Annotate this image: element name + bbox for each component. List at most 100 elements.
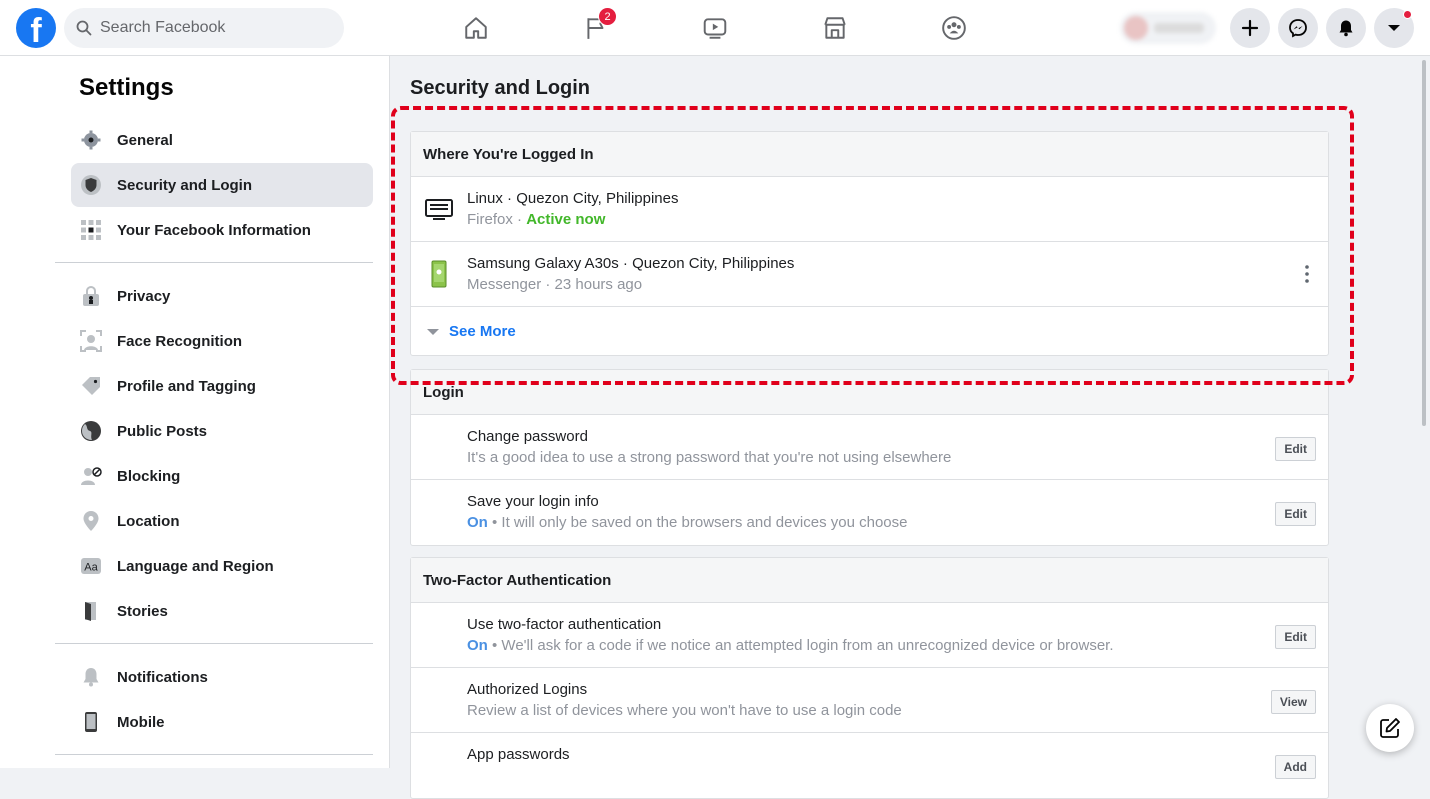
groups-icon[interactable] <box>936 10 972 46</box>
setting-title: Authorized Logins <box>467 681 588 698</box>
sidebar-item-language-and-region[interactable]: Aa Language and Region <box>71 544 373 588</box>
messenger-icon[interactable] <box>1278 8 1318 48</box>
setting-row[interactable]: Change password It's a good idea to use … <box>411 415 1328 480</box>
session-device: Samsung Galaxy A30s · Quezon City, Phili… <box>467 255 795 272</box>
bell-icon[interactable] <box>1326 8 1366 48</box>
sidebar-item-label: Location <box>117 512 180 530</box>
sidebar-item-label: Your Facebook Information <box>117 221 311 239</box>
logged-in-card: Where You're Logged In Linux · Quezon Ci… <box>410 131 1329 356</box>
setting-row[interactable]: App passwords Add <box>411 733 1328 798</box>
chevron-down-icon <box>427 328 439 335</box>
language-icon: Aa <box>79 554 103 578</box>
location-pin-icon <box>79 509 103 533</box>
sidebar-item-face-recognition[interactable]: Face Recognition <box>71 319 373 363</box>
sidebar-item-privacy[interactable]: Privacy <box>71 274 373 318</box>
sidebar-item-label: Public Posts <box>117 422 208 440</box>
sidebar-item-label: General <box>117 131 173 149</box>
see-more-label: See More <box>449 322 516 340</box>
view-button[interactable]: View <box>1270 690 1316 714</box>
pages-flag-icon[interactable]: 2 <box>578 7 617 46</box>
search-box[interactable] <box>64 8 344 48</box>
scrollbar[interactable] <box>1422 60 1426 426</box>
face-icon <box>79 329 103 353</box>
setting-desc-text: • It will only be saved on the browsers … <box>487 514 908 531</box>
session-detail: Messenger · 23 hours ago <box>467 276 642 293</box>
sidebar-item-profile-and-tagging[interactable]: Profile and Tagging <box>71 364 373 408</box>
sidebar-item-mobile[interactable]: Mobile <box>71 700 373 744</box>
session-row[interactable]: Samsung Galaxy A30s · Quezon City, Phili… <box>411 242 1328 307</box>
svg-text:Aa: Aa <box>84 562 98 574</box>
sidebar-item-label: Blocking <box>117 467 181 485</box>
notification-badge: 2 <box>598 7 617 26</box>
edit-button[interactable]: Edit <box>1275 625 1316 649</box>
facebook-logo[interactable]: f <box>16 8 56 48</box>
session-device: Linux · Quezon City, Philippines <box>467 190 679 207</box>
sidebar-item-security-and-login[interactable]: Security and Login <box>71 163 373 207</box>
setting-title: Change password <box>467 428 588 445</box>
profile-chip[interactable] <box>1120 12 1216 44</box>
settings-sidebar: Settings General Security and Login Your… <box>0 56 390 768</box>
session-row[interactable]: Linux · Quezon City, Philippines Firefox… <box>411 177 1328 242</box>
section-header: Two-Factor Authentication <box>411 558 1328 603</box>
sidebar-item-location[interactable]: Location <box>71 499 373 543</box>
session-app: Firefox <box>467 211 513 228</box>
sidebar-item-general[interactable]: General <box>71 118 373 162</box>
globe-icon <box>79 419 103 443</box>
watch-video-icon[interactable] <box>697 10 733 46</box>
session-status: Active now <box>526 211 606 228</box>
sidebar-item-label: Stories <box>117 602 168 620</box>
search-input[interactable] <box>100 19 320 37</box>
session-status: 23 hours ago <box>554 276 643 293</box>
sidebar-item-blocking[interactable]: Blocking <box>71 454 373 498</box>
sidebar-item-your-facebook-information[interactable]: Your Facebook Information <box>71 208 373 252</box>
sidebar-item-stories[interactable]: Stories <box>71 589 373 633</box>
setting-desc: Review a list of devices where you won't… <box>467 702 902 719</box>
add-button[interactable]: Add <box>1274 755 1316 779</box>
shield-icon <box>79 173 103 197</box>
marketplace-icon[interactable] <box>817 10 853 46</box>
section-header: Login <box>411 370 1328 415</box>
sidebar-title: Settings <box>79 74 174 101</box>
plus-icon[interactable] <box>1230 8 1270 48</box>
sidebar-item-label: Privacy <box>117 287 171 305</box>
sidebar-item-public-posts[interactable]: Public Posts <box>71 409 373 453</box>
edit-button[interactable]: Edit <box>1275 502 1316 526</box>
setting-row[interactable]: Authorized Logins Review a list of devic… <box>411 668 1328 733</box>
sidebar-item-notifications[interactable]: Notifications <box>71 655 373 699</box>
setting-desc-text: • We'll ask for a code if we notice an a… <box>487 637 1114 654</box>
block-user-icon <box>79 464 103 488</box>
session-detail: Firefox · Active now <box>467 211 605 228</box>
setting-desc: On • It will only be saved on the browse… <box>467 514 908 531</box>
sidebar-item-label: Notifications <box>117 668 208 686</box>
setting-desc: On • We'll ask for a code if we notice a… <box>467 637 1114 654</box>
sidebar-item-label: Security and Login <box>117 176 253 194</box>
setting-state: On <box>467 514 488 531</box>
setting-row[interactable]: Save your login info On • It will only b… <box>411 480 1328 545</box>
setting-row[interactable]: Use two-factor authentication On • We'll… <box>411 603 1328 668</box>
sidebar-item-label: Mobile <box>117 713 165 731</box>
setting-title: App passwords <box>467 746 570 763</box>
setting-desc: It's a good idea to use a strong passwor… <box>467 449 952 466</box>
setting-state: On <box>467 637 488 654</box>
separator: · <box>512 211 527 228</box>
page-title: Security and Login <box>410 77 591 99</box>
alert-dot <box>1403 10 1412 19</box>
section-header: Where You're Logged In <box>411 132 1328 177</box>
more-options-icon[interactable] <box>1302 264 1312 284</box>
edit-button[interactable]: Edit <box>1275 437 1316 461</box>
see-more-link[interactable]: See More <box>411 307 1328 355</box>
search-icon <box>76 20 92 36</box>
mobile-device-icon <box>431 260 447 288</box>
new-message-button[interactable] <box>1366 704 1414 752</box>
bell-icon <box>79 665 103 689</box>
lock-person-icon <box>79 284 103 308</box>
top-bar: f 2 <box>0 0 1430 56</box>
compose-icon <box>1380 718 1400 738</box>
account-dropdown-icon[interactable] <box>1374 8 1414 48</box>
desktop-icon <box>425 199 453 220</box>
sidebar-divider <box>55 754 373 755</box>
book-icon <box>79 599 103 623</box>
setting-title: Save your login info <box>467 493 599 510</box>
home-icon[interactable] <box>458 10 494 46</box>
sidebar-divider <box>55 262 373 263</box>
